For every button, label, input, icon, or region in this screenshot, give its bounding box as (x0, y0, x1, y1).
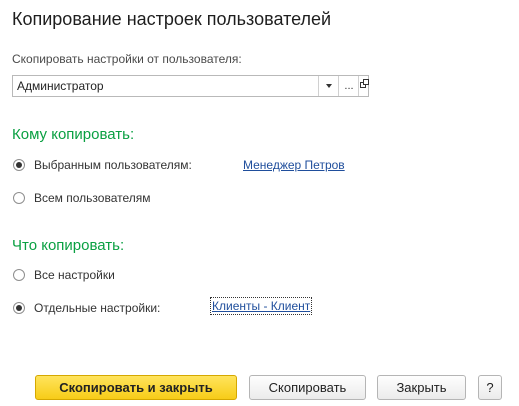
separate-settings-link[interactable]: Клиенты - Клиент (209, 297, 313, 315)
source-user-label: Скопировать настройки от пользователя: (12, 52, 242, 66)
all-settings-label[interactable]: Все настройки (34, 268, 115, 282)
radio-all-settings[interactable] (13, 269, 25, 281)
close-button[interactable]: Закрыть (377, 375, 466, 400)
dropdown-button[interactable] (318, 76, 339, 96)
copy-and-close-button[interactable]: Скопировать и закрыть (35, 375, 237, 400)
radio-selected-users[interactable] (13, 159, 25, 171)
radio-separate-settings[interactable] (13, 302, 25, 314)
open-icon (359, 79, 369, 88)
source-user-field[interactable]: Администратор ... (12, 75, 369, 97)
selected-users-label[interactable]: Выбранным пользователям: (34, 158, 192, 172)
radio-all-users[interactable] (13, 192, 25, 204)
separate-settings-label[interactable]: Отдельные настройки: (34, 301, 160, 315)
select-button[interactable]: ... (338, 76, 359, 96)
window-title: Копирование настроек пользователей (12, 9, 332, 29)
selected-users-link[interactable]: Менеджер Петров (243, 158, 345, 172)
what-heading: Что копировать: (12, 237, 125, 254)
chevron-down-icon (326, 84, 332, 89)
copy-button[interactable]: Скопировать (249, 375, 366, 400)
open-button[interactable] (358, 76, 370, 96)
whom-heading: Кому копировать: (12, 126, 135, 143)
all-users-label[interactable]: Всем пользователям (34, 191, 151, 205)
source-user-value: Администратор (17, 79, 104, 93)
help-button[interactable]: ? (478, 375, 502, 400)
